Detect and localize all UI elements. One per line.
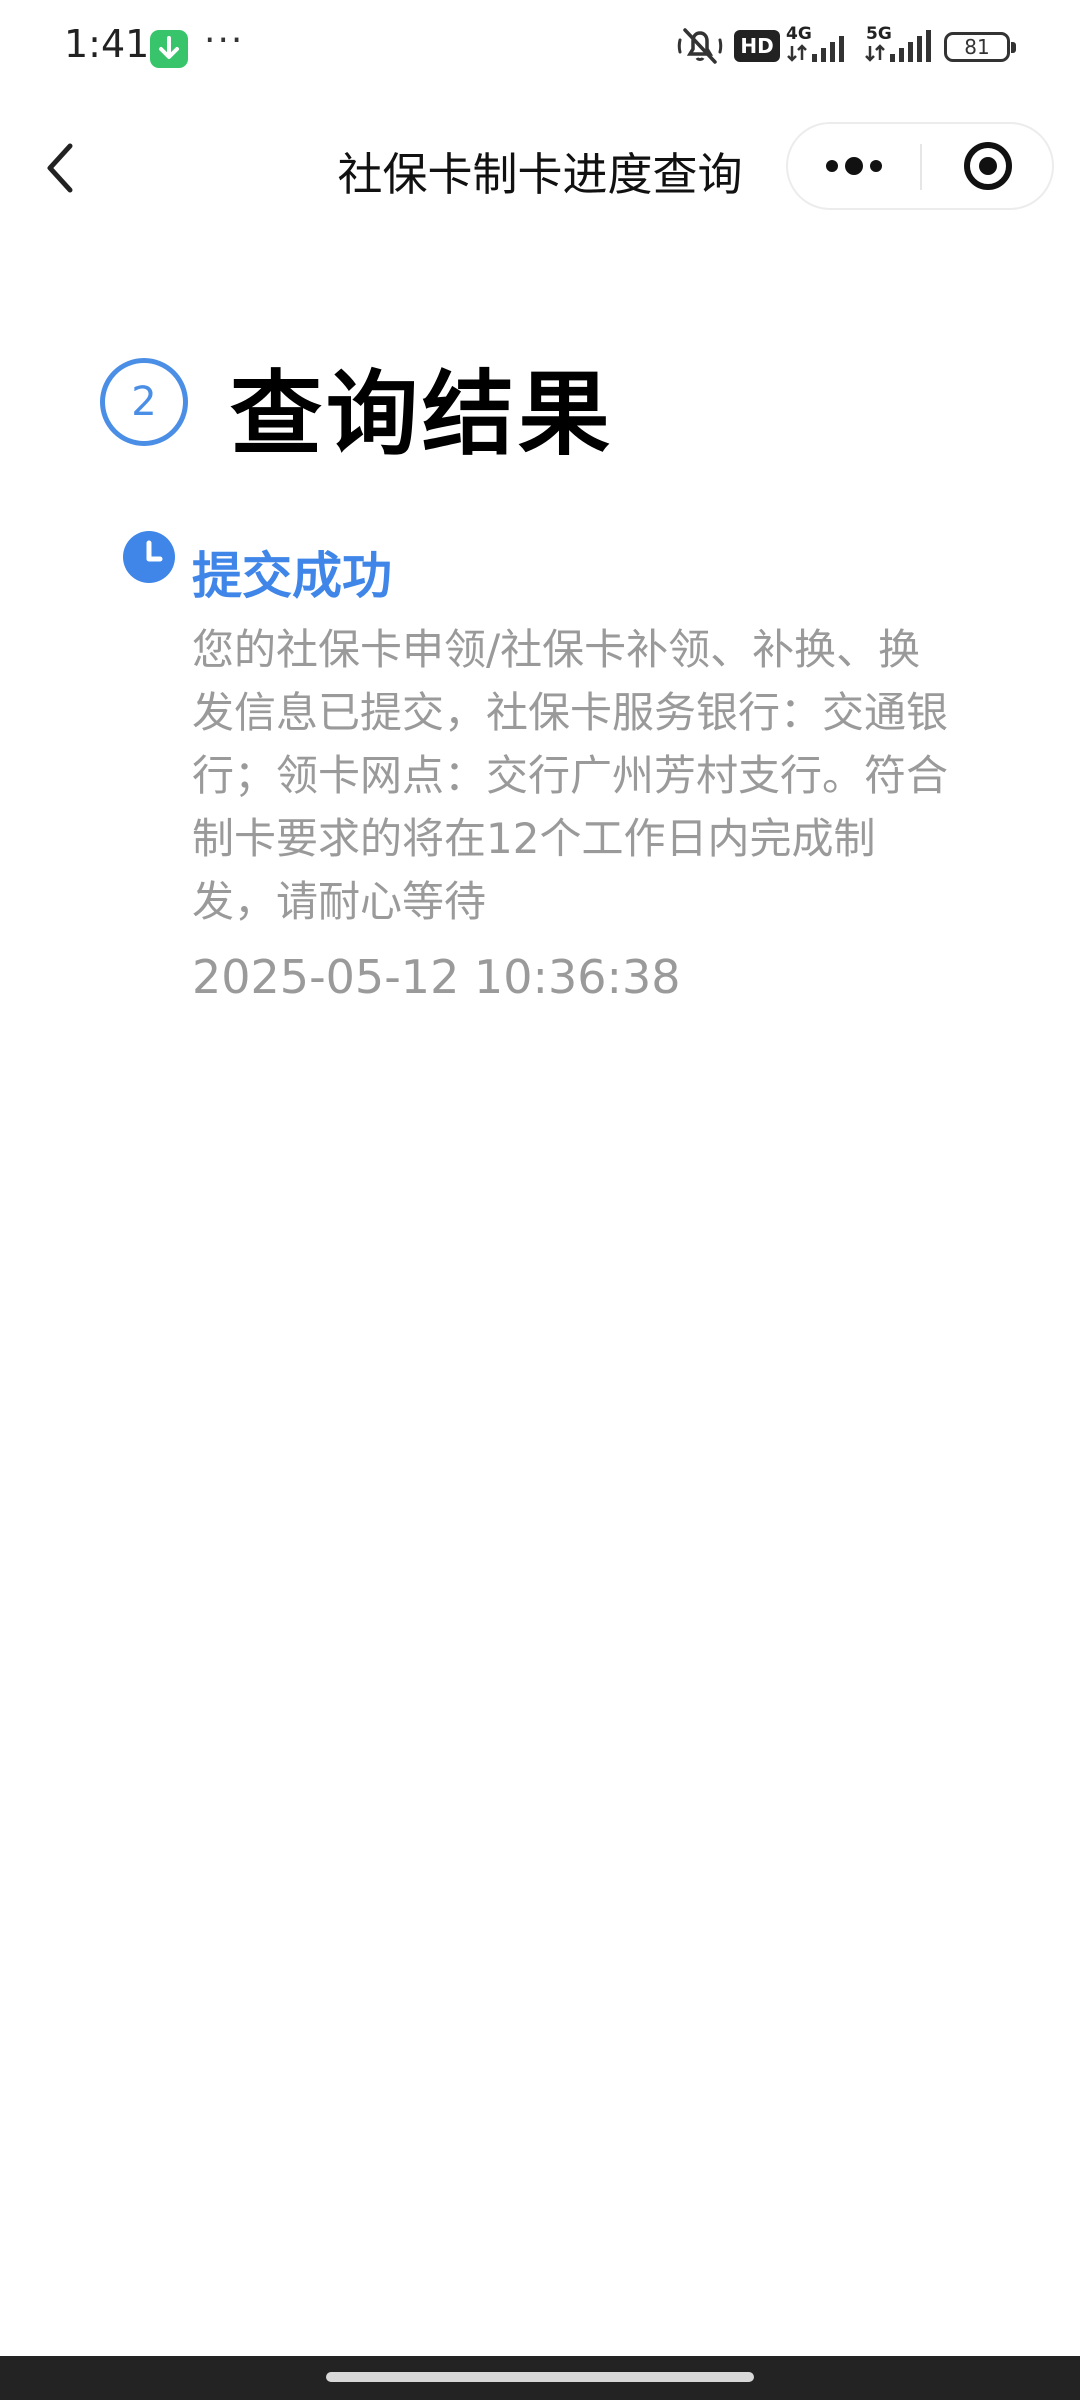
more-button[interactable] [788, 124, 920, 208]
signal-4g-icon: 4G [786, 24, 856, 70]
net-4g-label: 4G [786, 24, 812, 44]
more-icon [826, 157, 882, 175]
status-timestamp: 2025-05-12 10:36:38 [192, 950, 681, 1004]
navigation-gesture-bar [0, 2356, 1080, 2400]
screen: 1:41 ··· HD 4G 5G 81 社保卡制卡进度查询 2 查询结果 提交… [0, 0, 1080, 2400]
page-title: 社保卡制卡进度查询 [337, 148, 743, 201]
status-bar: 1:41 ··· HD 4G 5G 81 [0, 0, 1080, 96]
clock-icon [122, 530, 176, 584]
status-title: 提交成功 [192, 547, 392, 605]
back-arrow-icon [47, 143, 73, 193]
download-app-icon [150, 30, 188, 68]
nav-bar: 社保卡制卡进度查询 [0, 110, 1080, 226]
status-time: 1:41 [64, 22, 150, 66]
hd-voice-badge: HD [734, 30, 780, 62]
more-notifications-icon: ··· [204, 20, 245, 61]
close-target-icon [964, 142, 1012, 190]
signal-5g-icon: 5G [864, 24, 936, 70]
step-number-badge: 2 [100, 358, 188, 446]
status-description: 您的社保卡申领/社保卡补领、补换、换发信息已提交，社保卡服务银行：交通银行；领卡… [192, 625, 949, 926]
battery-level: 81 [964, 35, 990, 59]
mini-program-capsule [786, 122, 1054, 210]
close-button[interactable] [922, 124, 1054, 208]
battery-icon: 81 [944, 32, 1016, 62]
mute-icon [676, 24, 724, 72]
home-indicator[interactable] [326, 2372, 754, 2382]
net-5g-label: 5G [866, 24, 892, 44]
back-button[interactable] [34, 136, 94, 200]
section-title: 查询结果 [230, 361, 615, 468]
